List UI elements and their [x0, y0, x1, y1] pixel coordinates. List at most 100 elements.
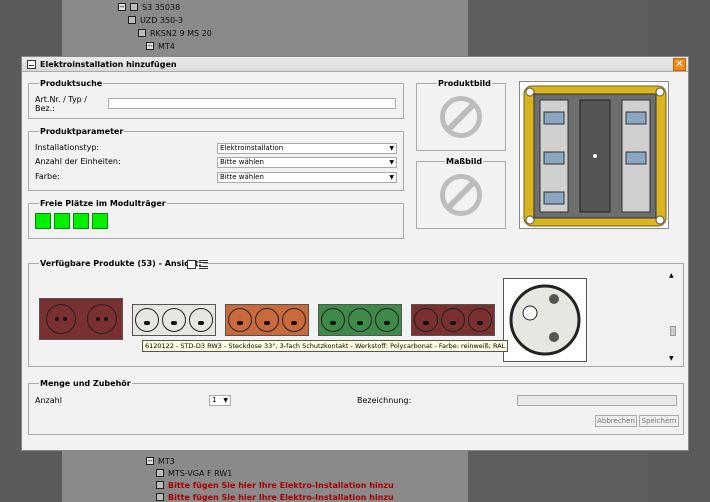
anzahl-select[interactable]: 1 ▼	[209, 395, 231, 406]
bezeichnung-label: Bezeichnung:	[357, 396, 412, 405]
tree-item-s3[interactable]: − S3 35038	[118, 1, 180, 13]
socket-large-icon	[509, 284, 581, 356]
add-installation-dialog: Elektroinstallation hinzufügen ✕ Produkt…	[21, 56, 689, 451]
products-scrollbar[interactable]: ▲ ▼	[669, 272, 677, 362]
freie-plaetze-section: Freie Plätze im Modulträger	[28, 199, 404, 239]
socket-icon	[45, 304, 76, 334]
tree-toggle-icon[interactable]: −	[146, 457, 154, 465]
product-socket-3x-orange[interactable]	[225, 304, 309, 336]
product-socket-single-large[interactable]	[503, 278, 587, 362]
select-value: Bitte wählen	[220, 173, 264, 181]
tree-node-icon	[128, 16, 136, 24]
produktparameter-section: Produktparameter Installationstyp: Elekt…	[28, 127, 404, 191]
tree-item-mt4[interactable]: − MT4	[146, 40, 175, 52]
no-image-icon	[440, 96, 482, 138]
grid-view-icon[interactable]	[187, 260, 196, 269]
scroll-up-icon[interactable]: ▲	[669, 272, 674, 279]
anzahl-einheiten-label: Anzahl der Einheiten:	[35, 157, 121, 166]
tree-item-add-hint[interactable]: Bitte fügen Sie hier Ihre Elektro-Instal…	[156, 479, 394, 491]
socket-icon	[440, 308, 465, 332]
socket-icon	[189, 308, 214, 332]
massbild-legend: Maßbild	[445, 157, 484, 166]
tree-node-icon	[156, 493, 164, 501]
dropdown-arrow-icon: ▼	[389, 159, 394, 166]
tree-item-label: UZD 350-3	[140, 15, 184, 25]
socket-icon	[413, 308, 438, 332]
module-carrier-preview	[519, 81, 669, 229]
cancel-button[interactable]: Abbrechen	[595, 415, 637, 427]
installationstyp-select[interactable]: Elektroinstallation ▼	[217, 143, 397, 154]
menge-section: Menge und Zubehör Anzahl 1 ▼ Bezeichnung…	[28, 379, 684, 435]
massbild-section: Maßbild	[416, 157, 506, 229]
dialog-titlebar[interactable]: Elektroinstallation hinzufügen	[22, 57, 688, 72]
tree-node-icon	[156, 481, 164, 489]
produktparameter-legend: Produktparameter	[39, 127, 125, 136]
produktsuche-legend: Produktsuche	[39, 79, 104, 88]
select-value: 1	[212, 396, 217, 404]
anzahl-einheiten-select[interactable]: Bitte wählen ▼	[217, 157, 397, 168]
socket-icon	[347, 308, 372, 332]
product-tooltip: 6120122 - STD-D3 RW3 - Steckdose 33°, 3-…	[142, 340, 508, 352]
produktsuche-section: Produktsuche Art.Nr. / Typ / Bez.:	[28, 79, 404, 119]
freie-plaetze-legend: Freie Plätze im Modulträger	[39, 199, 167, 208]
produktbild-legend: Produktbild	[437, 79, 492, 88]
tree-item-label: RKSN2 9 MS 20	[150, 28, 212, 38]
free-slot[interactable]	[73, 213, 89, 229]
farbe-label: Farbe:	[35, 172, 60, 181]
anzahl-label: Anzahl	[35, 396, 62, 405]
dropdown-arrow-icon: ▼	[223, 397, 228, 404]
tree-item-label: Bitte fügen Sie hier Ihre Elektro-Instal…	[168, 492, 394, 502]
tree-item-mts-vga[interactable]: MTS-VGA F RW1	[156, 467, 232, 479]
dropdown-arrow-icon: ▼	[389, 145, 394, 152]
tree-node-icon	[130, 3, 138, 11]
window-icon	[27, 59, 36, 69]
menge-legend: Menge und Zubehör	[39, 379, 132, 388]
tree-item-label: Bitte fügen Sie hier Ihre Elektro-Instal…	[168, 480, 394, 490]
installationstyp-label: Installationstyp:	[35, 143, 100, 152]
socket-icon	[86, 304, 117, 334]
tree-node-icon	[156, 469, 164, 477]
no-image-icon	[440, 174, 482, 216]
produktbild-section: Produktbild	[416, 79, 506, 151]
tree-item-label: S3 35038	[142, 2, 181, 12]
tree-item-rksn2[interactable]: RKSN2 9 MS 20	[138, 27, 212, 39]
free-slot[interactable]	[54, 213, 70, 229]
bezeichnung-input[interactable]	[517, 395, 677, 406]
tree-toggle-icon[interactable]: −	[146, 42, 154, 50]
socket-icon	[375, 308, 400, 332]
save-button[interactable]: Speichern	[639, 415, 679, 427]
product-socket-3x-green[interactable]	[318, 304, 402, 336]
socket-icon	[134, 308, 159, 332]
scroll-thumb[interactable]	[670, 326, 676, 336]
select-value: Elektroinstallation	[220, 144, 284, 152]
verfuegbare-produkte-legend: Verfügbare Produkte (53) - Ansicht:	[39, 259, 203, 268]
tree-item-label: MT4	[158, 41, 175, 51]
tree-item-label: MTS-VGA F RW1	[168, 468, 233, 478]
tree-item-mt3[interactable]: − MT3	[146, 455, 175, 467]
tree-item-add-hint[interactable]: Bitte fügen Sie hier Ihre Elektro-Instal…	[156, 491, 394, 502]
close-button[interactable]: ✕	[673, 58, 686, 71]
free-slot[interactable]	[92, 213, 108, 229]
tree-node-icon	[138, 29, 146, 37]
search-label: Art.Nr. / Typ /	[35, 95, 87, 104]
free-slot[interactable]	[35, 213, 51, 229]
tree-item-label: MT3	[158, 456, 175, 466]
product-socket-3x-white[interactable]	[132, 304, 216, 336]
product-socket-3x-darkred[interactable]	[411, 304, 495, 336]
tree-item-uzd[interactable]: UZD 350-3	[128, 14, 183, 26]
dropdown-arrow-icon: ▼	[389, 174, 394, 181]
search-label-2: Bez.:	[35, 104, 55, 113]
dialog-title: Elektroinstallation hinzufügen	[40, 59, 177, 69]
socket-icon	[468, 308, 493, 332]
farbe-select[interactable]: Bitte wählen ▼	[217, 172, 397, 183]
product-socket-2x-red[interactable]	[39, 298, 123, 340]
socket-icon	[254, 308, 279, 332]
tree-toggle-icon[interactable]: −	[118, 3, 126, 11]
scroll-down-icon[interactable]: ▼	[669, 355, 674, 362]
socket-icon	[161, 308, 186, 332]
select-value: Bitte wählen	[220, 158, 264, 166]
list-view-icon[interactable]	[199, 260, 208, 269]
socket-icon	[320, 308, 345, 332]
search-input[interactable]	[108, 98, 396, 109]
module-carrier-image	[523, 85, 667, 227]
